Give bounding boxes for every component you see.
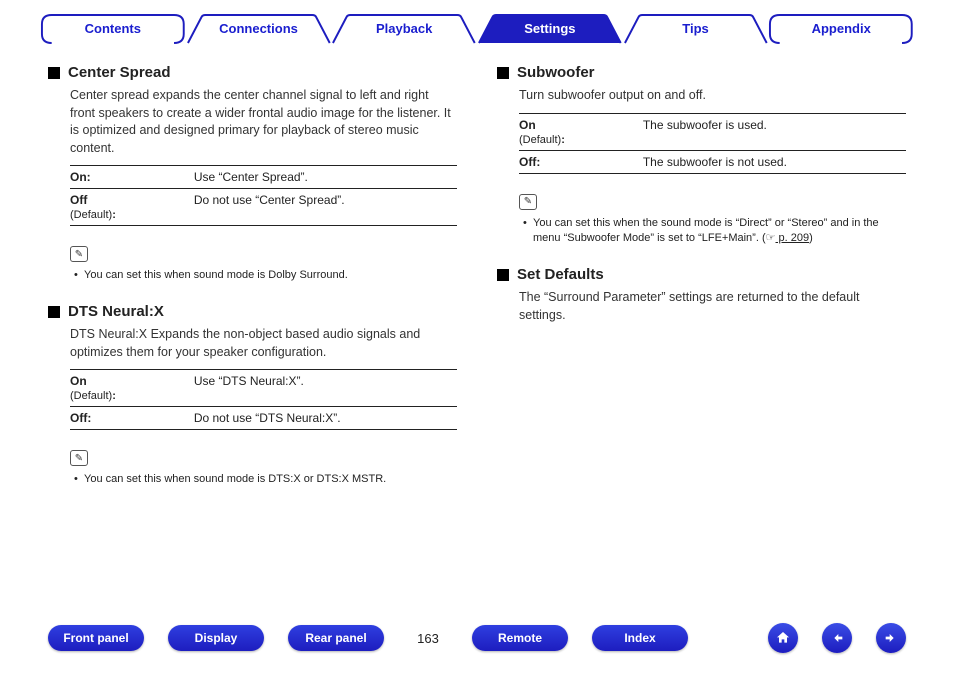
- tab-label: Connections: [219, 21, 298, 36]
- home-button[interactable]: [768, 623, 798, 653]
- tab-settings[interactable]: Settings: [477, 14, 623, 44]
- square-bullet-icon: [48, 67, 60, 79]
- options-table: On (Default) Use “DTS Neural:X”. Off: Do …: [70, 369, 457, 430]
- option-value: Do not use “Center Spread”.: [194, 189, 457, 226]
- tab-playback[interactable]: Playback: [331, 14, 477, 44]
- top-tab-bar: Contents Connections Playback Settings T…: [0, 0, 954, 44]
- note-text: You can set this when the sound mode is …: [523, 216, 906, 247]
- note-text: You can set this when sound mode is Dolb…: [74, 268, 457, 283]
- option-key: On: [70, 374, 87, 388]
- table-row: Off: The subwoofer is not used.: [519, 150, 906, 173]
- options-table: On (Default) The subwoofer is used. Off: …: [519, 113, 906, 174]
- section-title: DTS Neural:X: [68, 303, 164, 320]
- table-row: On (Default) The subwoofer is used.: [519, 113, 906, 150]
- next-page-button[interactable]: [876, 623, 906, 653]
- button-label: Rear panel: [305, 631, 366, 645]
- rear-panel-button[interactable]: Rear panel: [288, 625, 384, 651]
- option-key: Off:: [519, 155, 540, 169]
- table-row: Off: Do not use “DTS Neural:X”.: [70, 407, 457, 430]
- index-button[interactable]: Index: [592, 625, 688, 651]
- option-key: On:: [70, 170, 91, 184]
- option-value: The subwoofer is used.: [643, 113, 906, 150]
- option-value: Do not use “DTS Neural:X”.: [194, 407, 457, 430]
- section-title: Center Spread: [68, 64, 171, 81]
- table-row: On: Use “Center Spread”.: [70, 166, 457, 189]
- tab-contents[interactable]: Contents: [40, 14, 186, 44]
- note-block: ✎ You can set this when sound mode is Do…: [70, 246, 457, 283]
- note-text-a: You can set this when the sound mode is …: [533, 217, 879, 244]
- square-bullet-icon: [497, 67, 509, 79]
- display-button[interactable]: Display: [168, 625, 264, 651]
- option-key: Off: [70, 193, 87, 207]
- section-subwoofer: Subwoofer Turn subwoofer output on and o…: [497, 64, 906, 246]
- table-row: On (Default) Use “DTS Neural:X”.: [70, 370, 457, 407]
- pencil-icon: ✎: [70, 450, 88, 466]
- note-text-b: ): [809, 232, 813, 244]
- button-label: Index: [624, 631, 655, 645]
- option-key: On: [519, 118, 536, 132]
- left-column: Center Spread Center spread expands the …: [48, 64, 457, 508]
- options-table: On: Use “Center Spread”. Off (Default) Do…: [70, 165, 457, 226]
- option-default: (Default): [70, 209, 116, 221]
- option-key: Off:: [70, 411, 91, 425]
- pencil-icon: ✎: [519, 194, 537, 210]
- arrow-left-icon: [829, 630, 845, 646]
- section-title: Subwoofer: [517, 64, 595, 81]
- section-description: Center spread expands the center channel…: [70, 87, 457, 157]
- button-label: Remote: [498, 631, 542, 645]
- note-block: ✎ You can set this when sound mode is DT…: [70, 450, 457, 487]
- option-value: Use “Center Spread”.: [194, 166, 457, 189]
- square-bullet-icon: [497, 269, 509, 281]
- section-dts-neural-x: DTS Neural:X DTS Neural:X Expands the no…: [48, 303, 457, 487]
- table-row: Off (Default) Do not use “Center Spread”.: [70, 189, 457, 226]
- note-text: You can set this when sound mode is DTS:…: [74, 472, 457, 487]
- tab-appendix[interactable]: Appendix: [768, 14, 914, 44]
- remote-button[interactable]: Remote: [472, 625, 568, 651]
- button-label: Front panel: [63, 631, 128, 645]
- square-bullet-icon: [48, 306, 60, 318]
- home-icon: [775, 630, 791, 646]
- pencil-icon: ✎: [70, 246, 88, 262]
- arrow-right-icon: [883, 630, 899, 646]
- front-panel-button[interactable]: Front panel: [48, 625, 144, 651]
- option-value: Use “DTS Neural:X”.: [194, 370, 457, 407]
- section-description: Turn subwoofer output on and off.: [519, 87, 906, 105]
- right-column: Subwoofer Turn subwoofer output on and o…: [497, 64, 906, 508]
- prev-page-button[interactable]: [822, 623, 852, 653]
- page-ref-link[interactable]: p. 209: [776, 232, 810, 244]
- footer-bar: Front panel Display Rear panel 163 Remot…: [0, 623, 954, 653]
- pointer-icon: ☞: [766, 232, 776, 244]
- page-number: 163: [408, 631, 448, 646]
- tab-label: Appendix: [812, 21, 871, 36]
- tab-connections[interactable]: Connections: [186, 14, 332, 44]
- tab-label: Contents: [85, 21, 141, 36]
- section-title: Set Defaults: [517, 266, 604, 283]
- section-center-spread: Center Spread Center spread expands the …: [48, 64, 457, 283]
- tab-label: Tips: [682, 21, 709, 36]
- tab-label: Settings: [524, 21, 575, 36]
- note-block: ✎ You can set this when the sound mode i…: [519, 194, 906, 247]
- section-description: DTS Neural:X Expands the non-object base…: [70, 326, 457, 361]
- button-label: Display: [195, 631, 238, 645]
- tab-tips[interactable]: Tips: [623, 14, 769, 44]
- option-default: (Default): [70, 390, 116, 402]
- option-default: (Default): [519, 134, 565, 146]
- tab-label: Playback: [376, 21, 432, 36]
- content-area: Center Spread Center spread expands the …: [0, 44, 954, 508]
- option-value: The subwoofer is not used.: [643, 150, 906, 173]
- section-description: The “Surround Parameter” settings are re…: [519, 289, 906, 324]
- section-set-defaults: Set Defaults The “Surround Parameter” se…: [497, 266, 906, 324]
